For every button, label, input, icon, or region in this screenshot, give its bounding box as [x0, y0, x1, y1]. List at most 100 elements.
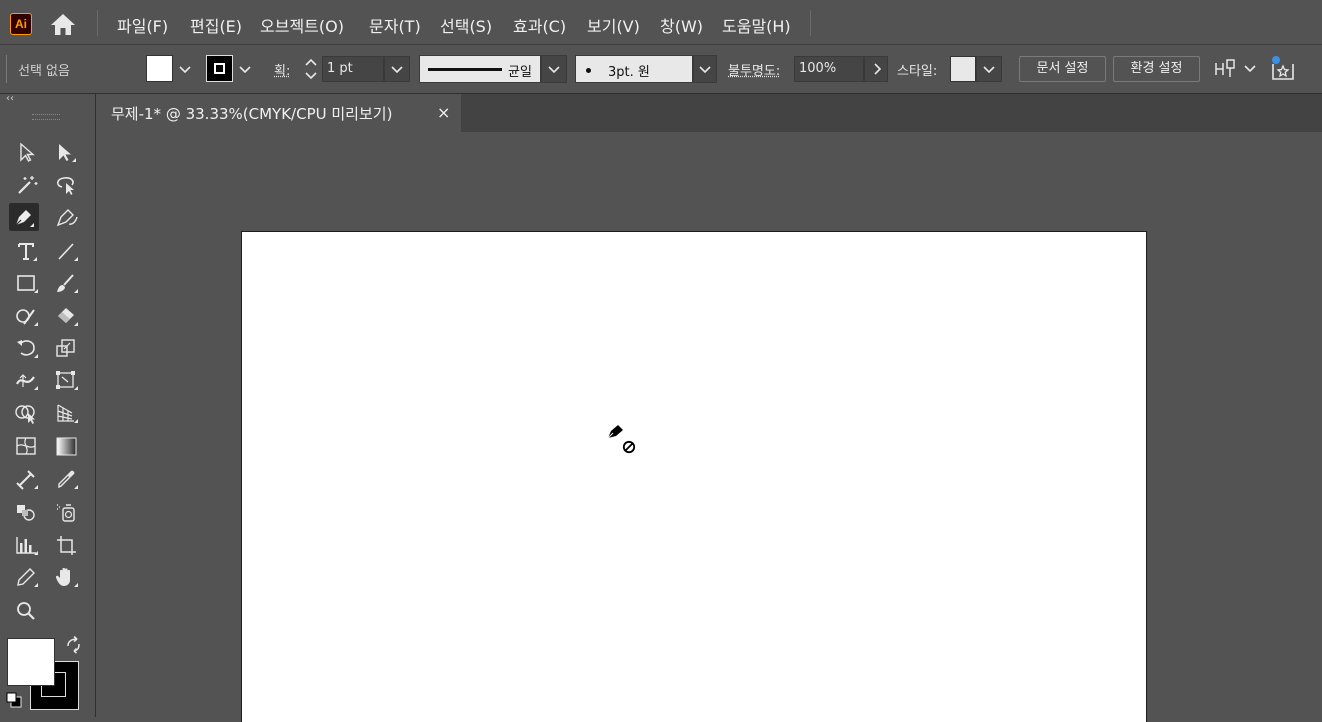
eraser-tool[interactable]: [52, 302, 82, 330]
artboard-tool[interactable]: [52, 531, 82, 559]
menu-file[interactable]: 파일(F): [117, 13, 168, 37]
chevron-right-icon: [870, 62, 884, 76]
free-transform-tool[interactable]: [52, 366, 82, 394]
pen-cursor-icon: [606, 424, 638, 456]
gradient-icon: [54, 435, 80, 457]
menu-view[interactable]: 보기(V): [587, 13, 640, 37]
style-label: 스타일:: [897, 60, 937, 79]
paintbrush-icon: [54, 272, 80, 294]
stroke-weight-input[interactable]: 1 pt: [322, 56, 384, 82]
chevron-down-icon[interactable]: [238, 62, 252, 76]
blend-tool[interactable]: [12, 465, 42, 493]
close-icon[interactable]: ×: [437, 103, 450, 122]
chevron-down-icon: [982, 62, 996, 76]
app-logo[interactable]: Ai: [10, 13, 32, 35]
curvature-tool[interactable]: [52, 203, 82, 231]
menu-divider: [97, 10, 98, 36]
opacity-expand[interactable]: [864, 56, 888, 82]
scale-tool[interactable]: [52, 334, 82, 362]
brush-dropdown[interactable]: [693, 55, 717, 83]
pen-icon: [12, 206, 36, 228]
preferences-button[interactable]: 환경 설정: [1113, 56, 1200, 82]
paintbrush-tool[interactable]: [52, 269, 82, 297]
swap-fill-stroke-icon[interactable]: [64, 636, 84, 654]
type-t-icon: [15, 240, 39, 262]
rectangle-icon: [15, 272, 39, 294]
perspective-grid-tool[interactable]: [52, 399, 82, 427]
pencil-tool[interactable]: [12, 563, 42, 591]
mesh-icon: [14, 435, 40, 457]
brush-select[interactable]: 3pt. 원: [575, 55, 693, 83]
artboard[interactable]: [242, 232, 1146, 722]
live-paint-icon: [14, 501, 40, 523]
pencil-icon: [14, 566, 40, 588]
lasso-icon: [54, 174, 80, 196]
shape-builder-tool[interactable]: [12, 399, 42, 427]
line-segment-tool[interactable]: [52, 237, 82, 265]
width-profile-select[interactable]: 균일: [419, 55, 541, 83]
live-paint-bucket-tool[interactable]: [12, 498, 42, 526]
fill-swatch[interactable]: [146, 55, 173, 82]
eyedropper-tool[interactable]: [52, 465, 82, 493]
symbol-sprayer-icon: [54, 501, 80, 523]
document-tab[interactable]: 무제-1* @ 33.33%(CMYK/CPU 미리보기) ×: [97, 94, 461, 132]
direct-selection-tool[interactable]: [52, 138, 82, 166]
lasso-tool[interactable]: [52, 171, 82, 199]
discover-icon[interactable]: [1268, 54, 1298, 84]
opacity-input[interactable]: 100%: [794, 56, 864, 82]
menu-window[interactable]: 창(W): [660, 13, 703, 37]
profile-dropdown[interactable]: [541, 55, 567, 83]
control-bar: 선택 없음 획: 1 pt 균일 3pt. 원 불투명도: 100% 스타일:: [0, 45, 1322, 94]
pen-tool[interactable]: [9, 203, 39, 231]
chevron-down-icon[interactable]: [1243, 61, 1257, 75]
tools-panel: ‹‹: [0, 94, 96, 717]
shaper-tool[interactable]: [12, 302, 42, 330]
selection-status: 선택 없음: [18, 60, 70, 79]
gradient-tool[interactable]: [52, 432, 82, 460]
panel-grip[interactable]: [32, 114, 60, 120]
stroke-label[interactable]: 획:: [274, 60, 290, 79]
chevron-down-icon[interactable]: [178, 62, 192, 76]
line-segment-icon: [54, 240, 80, 262]
default-fill-stroke-icon[interactable]: [5, 691, 23, 709]
menu-bar: Ai 파일(F) 편집(E) 오브젝트(O) 문자(T) 선택(S) 효과(C)…: [0, 0, 1322, 45]
style-dropdown[interactable]: [976, 56, 1002, 82]
magic-wand-tool[interactable]: [12, 171, 42, 199]
align-icon[interactable]: [1213, 57, 1237, 81]
mesh-tool[interactable]: [12, 432, 42, 460]
document-setup-button[interactable]: 문서 설정: [1019, 56, 1106, 82]
chevron-down-icon: [547, 62, 561, 76]
magic-wand-icon: [15, 174, 39, 196]
hand-icon: [54, 566, 80, 588]
document-tab-title: 무제-1* @ 33.33%(CMYK/CPU 미리보기): [111, 103, 392, 124]
fill-color-box[interactable]: [7, 638, 55, 686]
symbol-sprayer-tool[interactable]: [52, 498, 82, 526]
menu-edit[interactable]: 편집(E): [190, 13, 242, 37]
menu-effect[interactable]: 효과(C): [513, 13, 566, 37]
menu-object[interactable]: 오브젝트(O): [260, 13, 344, 37]
menu-type[interactable]: 문자(T): [369, 13, 421, 37]
collapse-panel-icon[interactable]: ‹‹: [6, 93, 14, 104]
width-tool[interactable]: [12, 366, 42, 394]
type-tool[interactable]: [12, 237, 42, 265]
rotate-tool[interactable]: [12, 334, 42, 362]
eyedropper-icon: [54, 468, 80, 490]
opacity-label[interactable]: 불투명도:: [728, 60, 780, 79]
graphic-style-swatch[interactable]: [950, 56, 976, 82]
chevron-down-icon: [698, 62, 712, 76]
profile-line: [428, 68, 502, 71]
home-icon[interactable]: [48, 11, 78, 37]
hand-tool[interactable]: [52, 563, 82, 591]
rectangle-tool[interactable]: [12, 269, 42, 297]
menu-select[interactable]: 선택(S): [440, 13, 492, 37]
stepper-icon[interactable]: [304, 56, 318, 82]
selection-arrow-icon: [16, 141, 38, 163]
menu-help[interactable]: 도움말(H): [722, 13, 791, 37]
stroke-swatch[interactable]: [206, 55, 233, 82]
column-graph-tool[interactable]: [12, 531, 42, 559]
zoom-tool[interactable]: [12, 597, 42, 625]
selection-tool[interactable]: [12, 138, 42, 166]
stroke-weight-dropdown[interactable]: [384, 56, 410, 82]
perspective-grid-icon: [54, 402, 80, 424]
column-graph-icon: [14, 534, 40, 556]
